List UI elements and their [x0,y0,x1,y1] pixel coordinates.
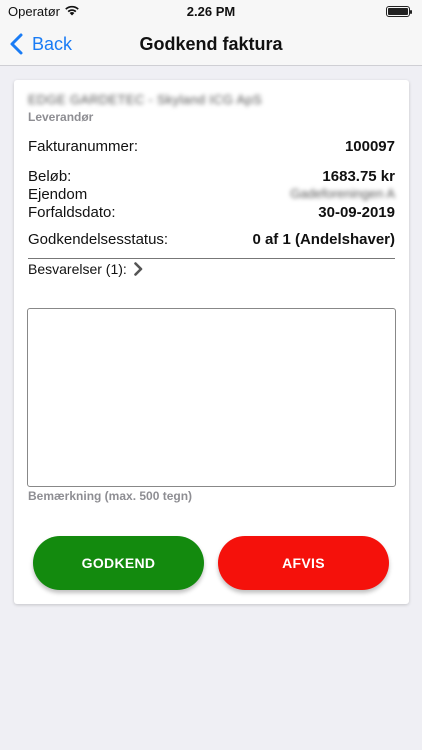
property-value: Gadeforeningen A [290,186,395,201]
amount-label: Beløb: [28,168,72,185]
comment-textarea[interactable] [27,308,396,487]
due-date-value: 30-09-2019 [318,204,395,221]
property-row: Ejendom Gadeforeningen A [28,186,395,203]
divider [28,258,395,259]
invoice-card: EDGE GARDETEC - Skyland ICG ApS Leverand… [14,80,409,604]
property-label: Ejendom [28,186,88,203]
battery-icon [386,6,412,17]
approval-status-row: Godkendelsesstatus: 0 af 1 (Andelshaver) [28,231,395,248]
supplier-name: EDGE GARDETEC - Skyland ICG ApS [28,92,262,107]
answers-label: Besvarelser (1): [28,261,127,277]
due-date-label: Forfaldsdato: [28,204,116,221]
navigation-bar: Back Godkend faktura [0,22,422,66]
chevron-right-icon [134,262,143,276]
approval-status-value: 0 af 1 (Andelshaver) [252,231,395,248]
amount-row: Beløb: 1683.75 kr [28,168,395,185]
clock: 2.26 PM [186,4,236,19]
supplier-label: Leverandør [28,110,94,124]
status-bar: Operatør 2.26 PM [0,0,422,22]
invoice-number-value: 100097 [344,138,395,155]
amount-value: 1683.75 kr [322,168,395,185]
reject-button[interactable]: AFVIS [218,536,389,590]
answers-toggle[interactable]: Besvarelser (1): [28,261,143,277]
invoice-number-label: Fakturanummer: [28,138,139,155]
comment-hint: Bemærkning (max. 500 tegn) [28,489,193,503]
approve-button[interactable]: GODKEND [33,536,204,590]
page-title: Godkend faktura [139,34,283,54]
due-date-row: Forfaldsdato: 30-09-2019 [28,204,395,221]
invoice-number-row: Fakturanummer: 100097 [28,138,395,155]
approval-status-label: Godkendelsesstatus: [28,231,169,248]
